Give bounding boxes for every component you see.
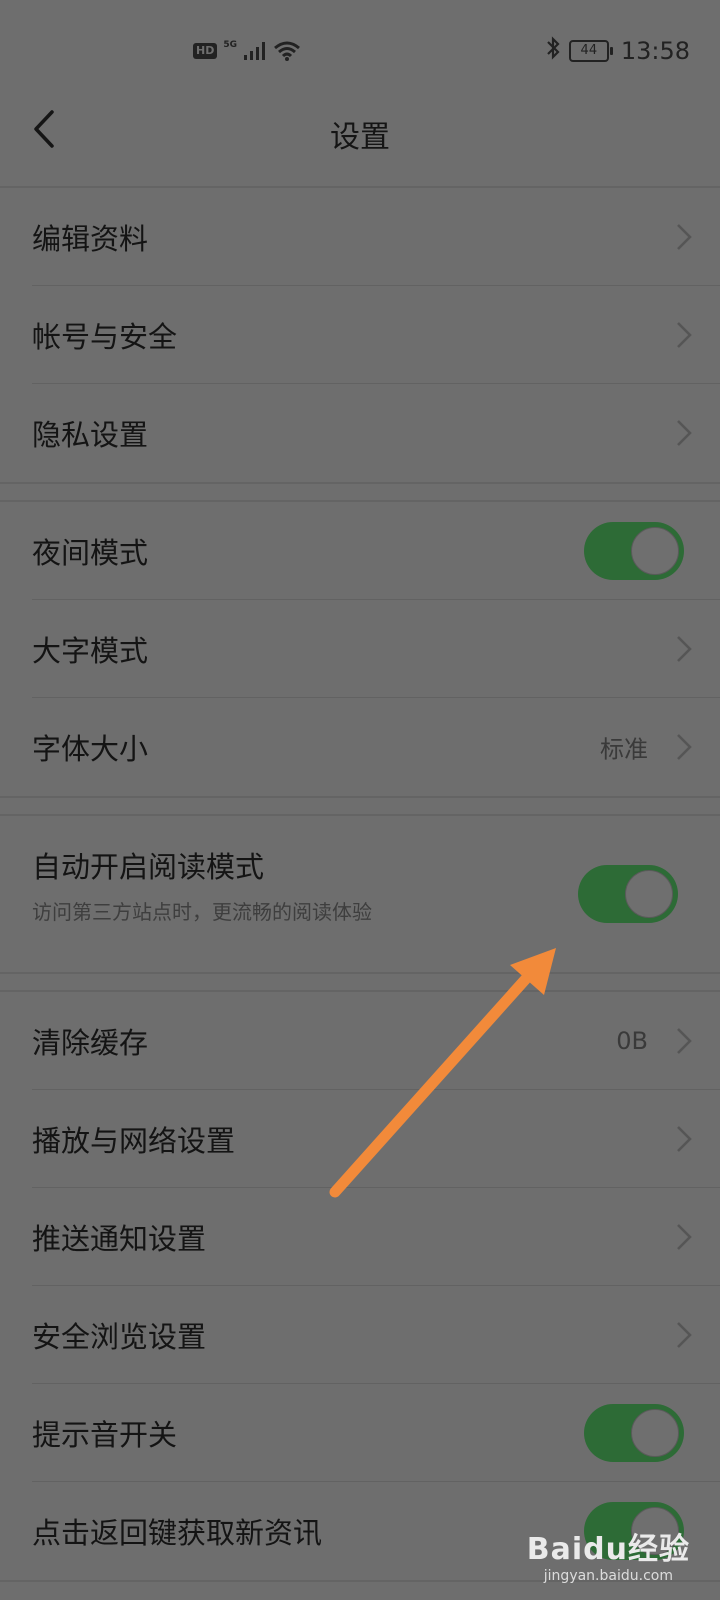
watermark-url: jingyan.baidu.com xyxy=(543,1568,673,1584)
watermark-logo: Baidu经验 xyxy=(526,1532,690,1567)
baidu-watermark: Baidu经验 jingyan.baidu.com xyxy=(527,1524,690,1584)
annotation-arrow xyxy=(329,948,556,1198)
